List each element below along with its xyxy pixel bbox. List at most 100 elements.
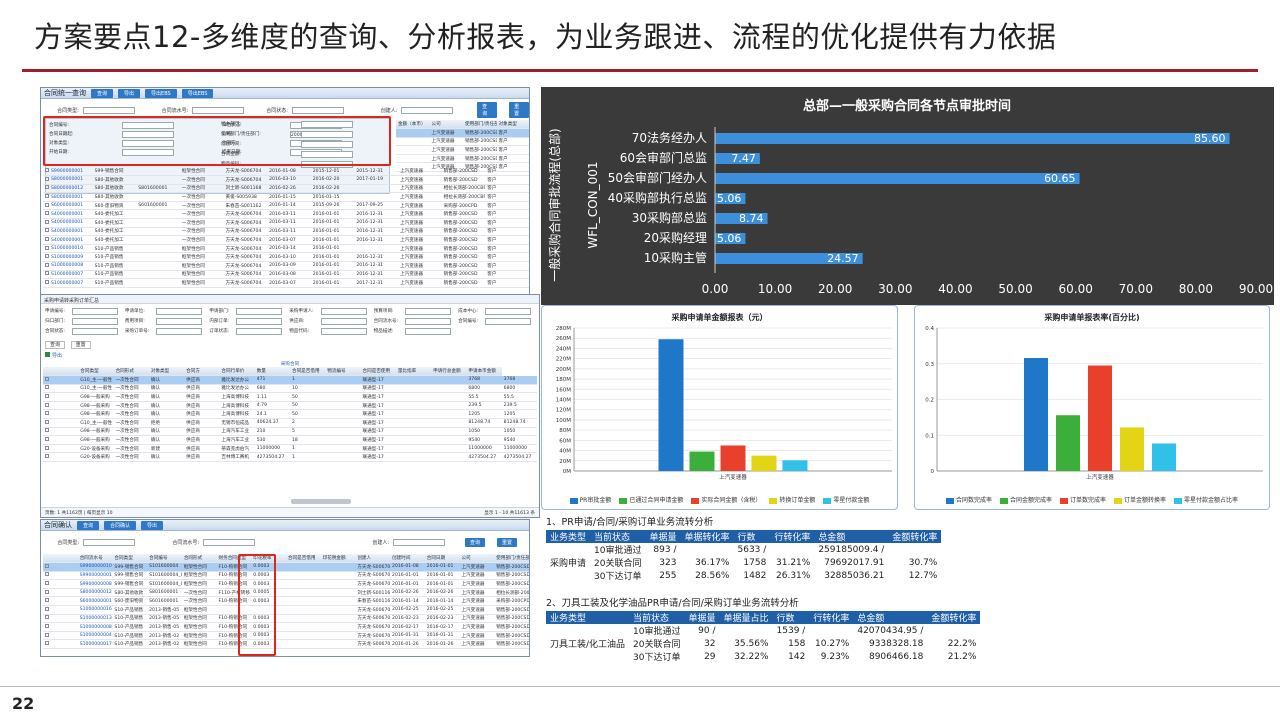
filter-input-10[interactable] xyxy=(405,318,452,325)
legend-item[interactable]: 实际合同金额（含税） xyxy=(691,495,761,504)
table-row[interactable]: S1000000008 S10-产品销售 框架性合同 方天龙-S006704 2016-… xyxy=(43,261,529,271)
table-row[interactable]: S4000000001 S40-委托加工 一次性合同 方天龙-S006704 2016-… xyxy=(43,209,529,220)
export-button[interactable]: 导出 xyxy=(118,88,141,98)
row-checkbox[interactable] xyxy=(43,596,78,607)
row-checkbox[interactable] xyxy=(43,605,78,615)
contract-serial-input[interactable] xyxy=(192,106,245,114)
row-checkbox[interactable] xyxy=(43,418,79,428)
column-header[interactable]: 使用部门/责任部门 xyxy=(494,554,529,564)
table-row[interactable]: S6000000001 S60-废旧物资 S601600001 一次性合同 F10-购销… xyxy=(43,596,529,607)
column-header[interactable]: 行数 xyxy=(733,530,771,543)
table-row[interactable]: S9900000010 S99-销售合同 S101600004 框架性合同 F10-购销… xyxy=(43,562,529,572)
filter-query-button[interactable]: 查询 xyxy=(477,102,498,118)
pr-po-reset-button[interactable]: 重置 xyxy=(70,341,91,349)
column-header[interactable]: 合同是否借用 xyxy=(289,367,326,377)
row-checkbox[interactable] xyxy=(43,392,79,402)
column-header[interactable]: 当前状态 xyxy=(590,530,646,543)
contract-status-select[interactable] xyxy=(291,106,344,114)
table-row[interactable]: S4000000001 S40-委托加工 一次性合同 方天龙-S006704 2016-… xyxy=(43,218,529,228)
table-row[interactable]: S8000000001 S80-其他收款 一次性合同 黄俊-S005938 2016-0… xyxy=(43,192,529,202)
table-row[interactable]: G98-一般采购 一次性合同 确认 供应商 上海高博科技 24.1 50 联通型-17 1205… xyxy=(43,409,537,420)
row-checkbox[interactable] xyxy=(43,562,78,572)
table-row[interactable]: G98-一般采购 一次性合同 确认 供应商 上海高博科技 1.11 50 联通型-17 55.5… xyxy=(43,392,537,402)
filter-input-9[interactable] xyxy=(320,318,367,325)
table-row[interactable]: S6000000001 S60-废旧物资 S601600001 一次性合同 朱春苗-S0… xyxy=(43,201,529,211)
table-row[interactable]: S1000000016 S10-产品销售 2013-销售-05 框架性合同 方天龙-S0… xyxy=(43,605,529,615)
filter-reset-button[interactable]: 重置 xyxy=(509,102,529,118)
table-row[interactable]: S9900000008S99-销售合同S101600004_01框架性合同F10… xyxy=(43,579,529,589)
column-header[interactable]: 申请行总金额 xyxy=(431,367,467,377)
pager-controls[interactable]: 页数: 1 共1162页 | 每页显示 10 xyxy=(45,510,113,516)
table-row[interactable]: G98-一般采购 一次性合同 确认 供应商 上海汽车工业 210 5 联通型-17 1050 10… xyxy=(43,427,537,437)
column-header[interactable]: 合同行单价 xyxy=(219,367,255,377)
row-checkbox[interactable] xyxy=(43,452,79,463)
confirm-filter-reset-button[interactable]: 重置 xyxy=(497,537,518,547)
table-row[interactable]: S1000000017 S10-产品销售 2013-销售-02 框架性合同 F10-购销… xyxy=(43,639,529,650)
legend-item[interactable]: 合同数完成率 xyxy=(945,495,992,504)
horizontal-scrollbar[interactable] xyxy=(291,499,351,504)
legend-item[interactable]: 零星付款金额占比率 xyxy=(1174,495,1238,504)
table-row[interactable]: G98-一般采购 一次性合同 确认 供应商 上海汽车工业 530 18 联通型-17 9540 9… xyxy=(43,435,537,445)
row-checkbox[interactable] xyxy=(43,588,78,598)
column-header[interactable]: 对象类型 xyxy=(496,120,529,130)
legend-item[interactable]: PR审批金额 xyxy=(569,495,611,504)
column-header[interactable]: 行转化率 xyxy=(770,530,815,543)
table-row[interactable]: S1000000013 S10-产品销售 2013-销售-05 框架性合同 F10-购销… xyxy=(43,614,529,624)
confirm-filter-query-button[interactable]: 查询 xyxy=(465,537,486,547)
row-checkbox[interactable] xyxy=(43,631,78,641)
column-header[interactable]: 单据转化率 xyxy=(680,530,734,543)
column-header[interactable]: 使用部门/责任部门 xyxy=(463,120,497,130)
table-row[interactable]: S8000000012 S80-其他收款 S801600001 一次性合同 F110-产… xyxy=(43,588,529,598)
table-row[interactable]: G10_主-一般性 一次性合同 确认 供应商 雅比发达办公 680 10 联通型-17 6800… xyxy=(43,384,537,394)
column-header[interactable]: 合同流水号 xyxy=(77,554,113,564)
legend-item[interactable]: 订单数完成率 xyxy=(1059,495,1106,504)
column-header[interactable]: 总金额 xyxy=(853,611,928,624)
contract-type-select[interactable] xyxy=(82,106,135,114)
table-row[interactable]: G20-设备采购 一次性合同 新建 供应商 蒂森克虏伯汽 11000000 1 联通型-17 1… xyxy=(43,444,537,454)
filter-input-14[interactable] xyxy=(236,328,283,335)
column-header[interactable]: 合同形式 xyxy=(113,367,149,377)
table-row[interactable]: S8000000012 S80-其他收款 S801600001 一次性合同 刘士新-S0… xyxy=(43,184,529,194)
table-row[interactable]: G10_主-一般性 一次性合同 拒绝 供应商 无锡市恒成品 40624.37 2 联通型-17… xyxy=(43,418,537,428)
creator-input[interactable] xyxy=(401,106,454,114)
filter-input-0[interactable] xyxy=(71,308,118,315)
column-header[interactable]: 合同类型 xyxy=(112,554,148,564)
filter-input-11[interactable] xyxy=(485,318,532,325)
column-header[interactable]: 申请本币金额 xyxy=(466,367,502,377)
column-header[interactable]: 公司 xyxy=(459,554,495,564)
filter-input-8[interactable] xyxy=(236,318,283,325)
export-ebs-button[interactable]: 导出EBS xyxy=(145,88,177,98)
table-row[interactable]: S1000000010 S10-产品销售 框架性合同 方天龙-S006704 2016-… xyxy=(43,244,529,254)
filter-input-16[interactable] xyxy=(405,328,452,335)
confirm-export-button[interactable]: 导出 xyxy=(141,520,164,530)
filter-input-1[interactable] xyxy=(156,308,203,315)
column-header[interactable]: 单据量占比 xyxy=(719,611,773,624)
contract-confirm-button[interactable]: 合同确认 xyxy=(104,520,137,530)
column-header[interactable]: 金额（本币） xyxy=(396,120,430,130)
column-header[interactable]: 合同日期 xyxy=(424,554,460,564)
column-header[interactable]: 行数 xyxy=(772,611,810,624)
column-header[interactable] xyxy=(43,367,79,377)
export-ebs-button-2[interactable]: 导出EBS xyxy=(181,88,214,98)
column-header[interactable]: 业务类型 xyxy=(546,530,591,543)
table-row[interactable]: G10_主-一般性 一次性合同 确认 供应商 雅比发达办公 471 1 联通型-17 3768 3… xyxy=(43,375,537,385)
column-header[interactable]: 合同方 xyxy=(184,367,220,377)
column-header[interactable]: 合同类型 xyxy=(78,367,114,377)
column-header[interactable]: 印花税金额 xyxy=(320,554,356,564)
table-row[interactable]: S4000000001 S40-委托加工 一次性合同 方天龙-S006704 2016-… xyxy=(43,235,529,245)
column-header[interactable]: 数量 xyxy=(254,367,290,377)
column-header[interactable]: 业务类型 xyxy=(546,611,630,624)
filter-input-12[interactable] xyxy=(71,328,118,335)
row-checkbox[interactable] xyxy=(43,435,79,445)
filter-input-13[interactable] xyxy=(156,328,203,335)
column-header[interactable]: 金额转化率 xyxy=(927,611,981,624)
column-header[interactable] xyxy=(43,554,78,564)
table-row[interactable]: G20-设备采购 一次性合同 确认 供应商 吉林博工赛机 4273504.27 1 联通型-1… xyxy=(43,452,537,463)
column-header[interactable]: 合同是否借用 xyxy=(285,554,321,564)
legend-item[interactable]: 订单金额转换率 xyxy=(1114,495,1166,504)
filter-input-5[interactable] xyxy=(485,308,532,315)
filter-input-2[interactable] xyxy=(236,308,283,315)
table-row[interactable]: S1000000007 S10-产品销售 框架性合同 方天龙-S006704 2016-… xyxy=(43,278,529,288)
row-checkbox[interactable] xyxy=(43,614,78,624)
legend-item[interactable]: 已通过合同申请金额 xyxy=(619,495,683,504)
